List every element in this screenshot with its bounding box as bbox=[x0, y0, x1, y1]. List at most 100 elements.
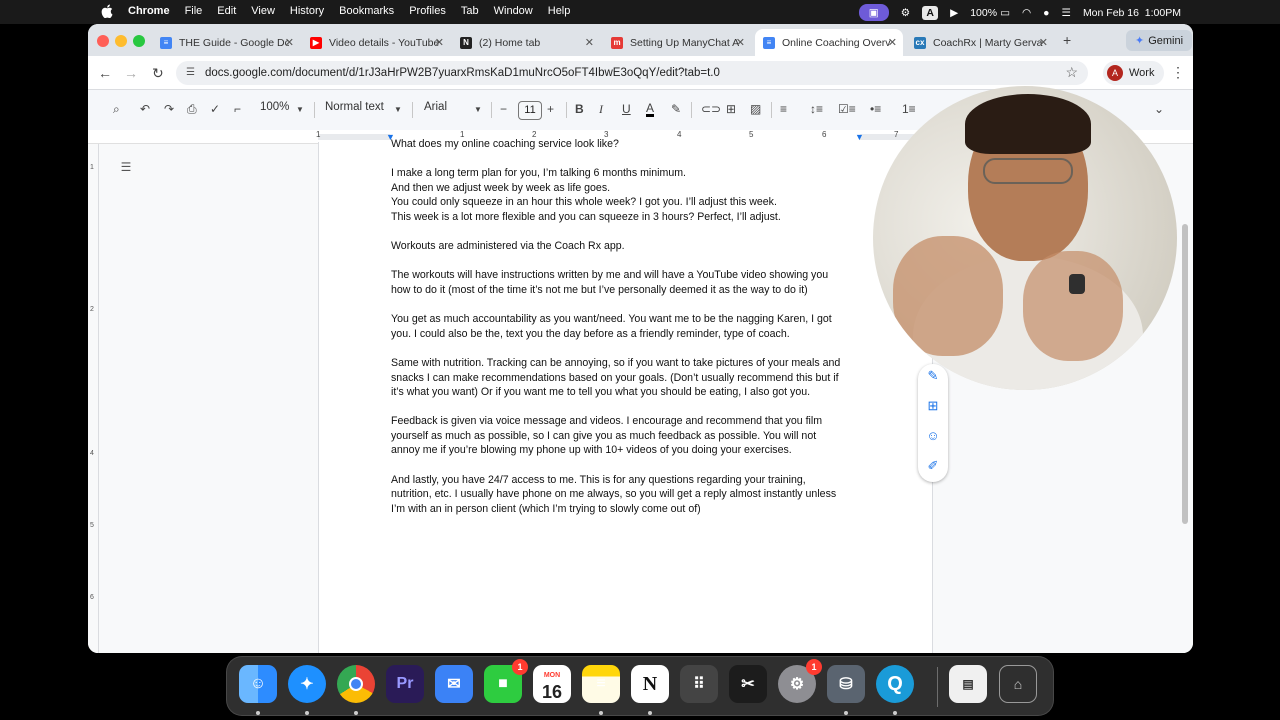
collapse-toolbar-icon[interactable]: ⌄ bbox=[1154, 102, 1164, 116]
add-comment-icon[interactable]: ⊞ bbox=[726, 102, 736, 116]
reload-icon[interactable]: ↻ bbox=[152, 65, 164, 82]
tab-video-details[interactable]: ▶ Video details - YouTube ✕ bbox=[302, 29, 450, 56]
settings-icon[interactable]: ⚙ 1 bbox=[778, 659, 822, 703]
add-comment-icon[interactable]: ⊞ bbox=[925, 398, 941, 414]
numbered-list-icon[interactable]: 1≡ bbox=[902, 102, 916, 116]
gemini-button[interactable]: ✦ Gemini bbox=[1126, 30, 1193, 51]
forward-icon[interactable]: → bbox=[124, 65, 138, 81]
print-icon[interactable]: ⎙ bbox=[187, 102, 197, 117]
capcut-icon[interactable]: ✂ bbox=[729, 665, 767, 703]
close-tab-icon[interactable]: ✕ bbox=[888, 36, 897, 49]
extension-icon[interactable]: ⚙ bbox=[901, 7, 910, 19]
screen-record-icon[interactable]: ▣ bbox=[858, 4, 889, 21]
menu-window[interactable]: Window bbox=[494, 5, 533, 17]
align-icon[interactable]: ≡ bbox=[780, 102, 787, 116]
profile-button[interactable]: A Work bbox=[1103, 61, 1165, 85]
menu-view[interactable]: View bbox=[251, 5, 275, 17]
minimize-window-button[interactable] bbox=[115, 35, 127, 47]
insert-image-icon[interactable]: ▨ bbox=[750, 102, 761, 116]
close-tab-icon[interactable]: ✕ bbox=[285, 36, 294, 49]
link-icon[interactable]: ⊂⊃ bbox=[701, 102, 721, 116]
close-tab-icon[interactable]: ✕ bbox=[435, 36, 444, 49]
suggest-edits-icon[interactable]: ✐ bbox=[925, 458, 941, 474]
text-style-select[interactable]: Normal text bbox=[325, 101, 384, 113]
search-menus-icon[interactable]: ⌕ bbox=[113, 102, 120, 117]
text-color-icon[interactable]: A bbox=[646, 102, 655, 117]
menu-bookmarks[interactable]: Bookmarks bbox=[339, 5, 394, 17]
disk-utility-icon[interactable]: ⛁ bbox=[827, 665, 865, 703]
font-size-input[interactable]: 11 bbox=[518, 101, 542, 120]
document-outline-icon[interactable]: ☰ bbox=[116, 160, 136, 178]
zoom-window-button[interactable] bbox=[133, 35, 145, 47]
italic-icon[interactable]: I bbox=[599, 102, 603, 117]
control-center-icon[interactable]: ☰ bbox=[1062, 7, 1071, 19]
finder-icon[interactable]: ☺ bbox=[239, 665, 277, 703]
battery-icon[interactable]: ▭ bbox=[1000, 7, 1010, 19]
tab-online-coaching[interactable]: ≡ Online Coaching Overv ✕ bbox=[755, 29, 903, 56]
zoom-select[interactable]: 100% bbox=[260, 101, 289, 113]
url-bar[interactable]: ☰ docs.google.com/document/d/1rJ3aHrPW2B… bbox=[176, 61, 1088, 85]
play-icon[interactable]: ▶ bbox=[950, 7, 958, 19]
menu-profiles[interactable]: Profiles bbox=[409, 5, 446, 17]
tab-home[interactable]: N (2) Home tab ✕ bbox=[452, 29, 600, 56]
increase-font-size-icon[interactable]: + bbox=[547, 102, 554, 116]
downloads-stack-icon[interactable]: ▤ bbox=[949, 665, 987, 703]
close-tab-icon[interactable]: ✕ bbox=[585, 36, 594, 49]
checklist-icon[interactable]: ☑≡ bbox=[838, 102, 856, 116]
menu-history[interactable]: History bbox=[290, 5, 324, 17]
highlight-icon[interactable]: ✎ bbox=[671, 102, 681, 116]
line-spacing-icon[interactable]: ↕≡ bbox=[810, 102, 823, 116]
site-info-icon[interactable]: ☰ bbox=[186, 67, 195, 78]
document-page[interactable]: What does my online coaching service loo… bbox=[318, 138, 933, 653]
decrease-font-size-icon[interactable]: − bbox=[500, 102, 507, 116]
input-source-icon[interactable]: A bbox=[922, 5, 939, 20]
launchpad-icon[interactable]: ⠿ bbox=[680, 665, 718, 703]
quicktime-icon[interactable]: Q bbox=[876, 665, 914, 703]
facetime-icon[interactable]: ■ 1 bbox=[484, 659, 528, 703]
wifi-icon[interactable]: ◠ bbox=[1022, 7, 1031, 19]
vertical-scrollbar[interactable] bbox=[1182, 224, 1188, 524]
menu-edit[interactable]: Edit bbox=[217, 5, 236, 17]
safari-icon[interactable]: ✦ bbox=[288, 665, 326, 703]
menu-app-name[interactable]: Chrome bbox=[128, 5, 170, 17]
mail-icon[interactable]: ✉ bbox=[435, 665, 473, 703]
tab-the-guide[interactable]: ≡ THE Guide - Google Do ✕ bbox=[152, 29, 300, 56]
bulleted-list-icon[interactable]: •≡ bbox=[870, 102, 881, 116]
emoji-reaction-icon[interactable]: ☺ bbox=[925, 428, 941, 444]
document-body[interactable]: What does my online coaching service loo… bbox=[391, 138, 871, 531]
user-icon[interactable]: ● bbox=[1043, 7, 1049, 19]
close-tab-icon[interactable]: ✕ bbox=[1039, 36, 1048, 49]
close-window-button[interactable] bbox=[97, 35, 109, 47]
paint-format-icon[interactable]: ⌐ bbox=[234, 102, 241, 116]
lapel-mic-icon bbox=[1069, 274, 1085, 294]
underline-icon[interactable]: U bbox=[622, 102, 631, 116]
bookmark-star-icon[interactable]: ☆ bbox=[1065, 64, 1078, 81]
calendar-icon[interactable]: MON 16 bbox=[533, 665, 571, 703]
tab-coachrx[interactable]: cx CoachRx | Marty Gerva ✕ bbox=[906, 29, 1054, 56]
back-icon[interactable]: ← bbox=[98, 65, 112, 81]
doc-line: You could only squeeze in an hour this w… bbox=[391, 196, 777, 209]
tab-manychat[interactable]: m Setting Up ManyChat A ✕ bbox=[603, 29, 751, 56]
doc-line: yourself as much as possible, so I can g… bbox=[391, 429, 817, 442]
datetime[interactable]: Mon Feb 16 1:00PM bbox=[1083, 7, 1181, 19]
menu-file[interactable]: File bbox=[185, 5, 203, 17]
menu-help[interactable]: Help bbox=[548, 5, 571, 17]
bold-icon[interactable]: B bbox=[575, 102, 584, 116]
notion-app-icon[interactable]: N bbox=[631, 665, 669, 703]
undo-icon[interactable]: ↶ bbox=[140, 102, 150, 116]
close-tab-icon[interactable]: ✕ bbox=[736, 36, 745, 49]
new-tab-icon[interactable]: + bbox=[1063, 32, 1071, 48]
divider bbox=[491, 102, 492, 118]
more-menu-icon[interactable]: ⋮ bbox=[1171, 64, 1185, 81]
redo-icon[interactable]: ↷ bbox=[164, 102, 174, 116]
notes-icon[interactable]: ≡ bbox=[582, 665, 620, 703]
divider bbox=[412, 102, 413, 118]
menu-tab[interactable]: Tab bbox=[461, 5, 479, 17]
spellcheck-icon[interactable]: ✓ bbox=[210, 102, 220, 116]
trash-icon[interactable]: ⌂ bbox=[999, 665, 1037, 703]
premiere-icon[interactable]: Pr bbox=[386, 665, 424, 703]
chevron-down-icon: ▼ bbox=[394, 105, 402, 114]
font-select[interactable]: Arial bbox=[424, 101, 447, 113]
apple-logo-icon[interactable] bbox=[101, 4, 113, 18]
chrome-icon[interactable] bbox=[337, 665, 375, 703]
